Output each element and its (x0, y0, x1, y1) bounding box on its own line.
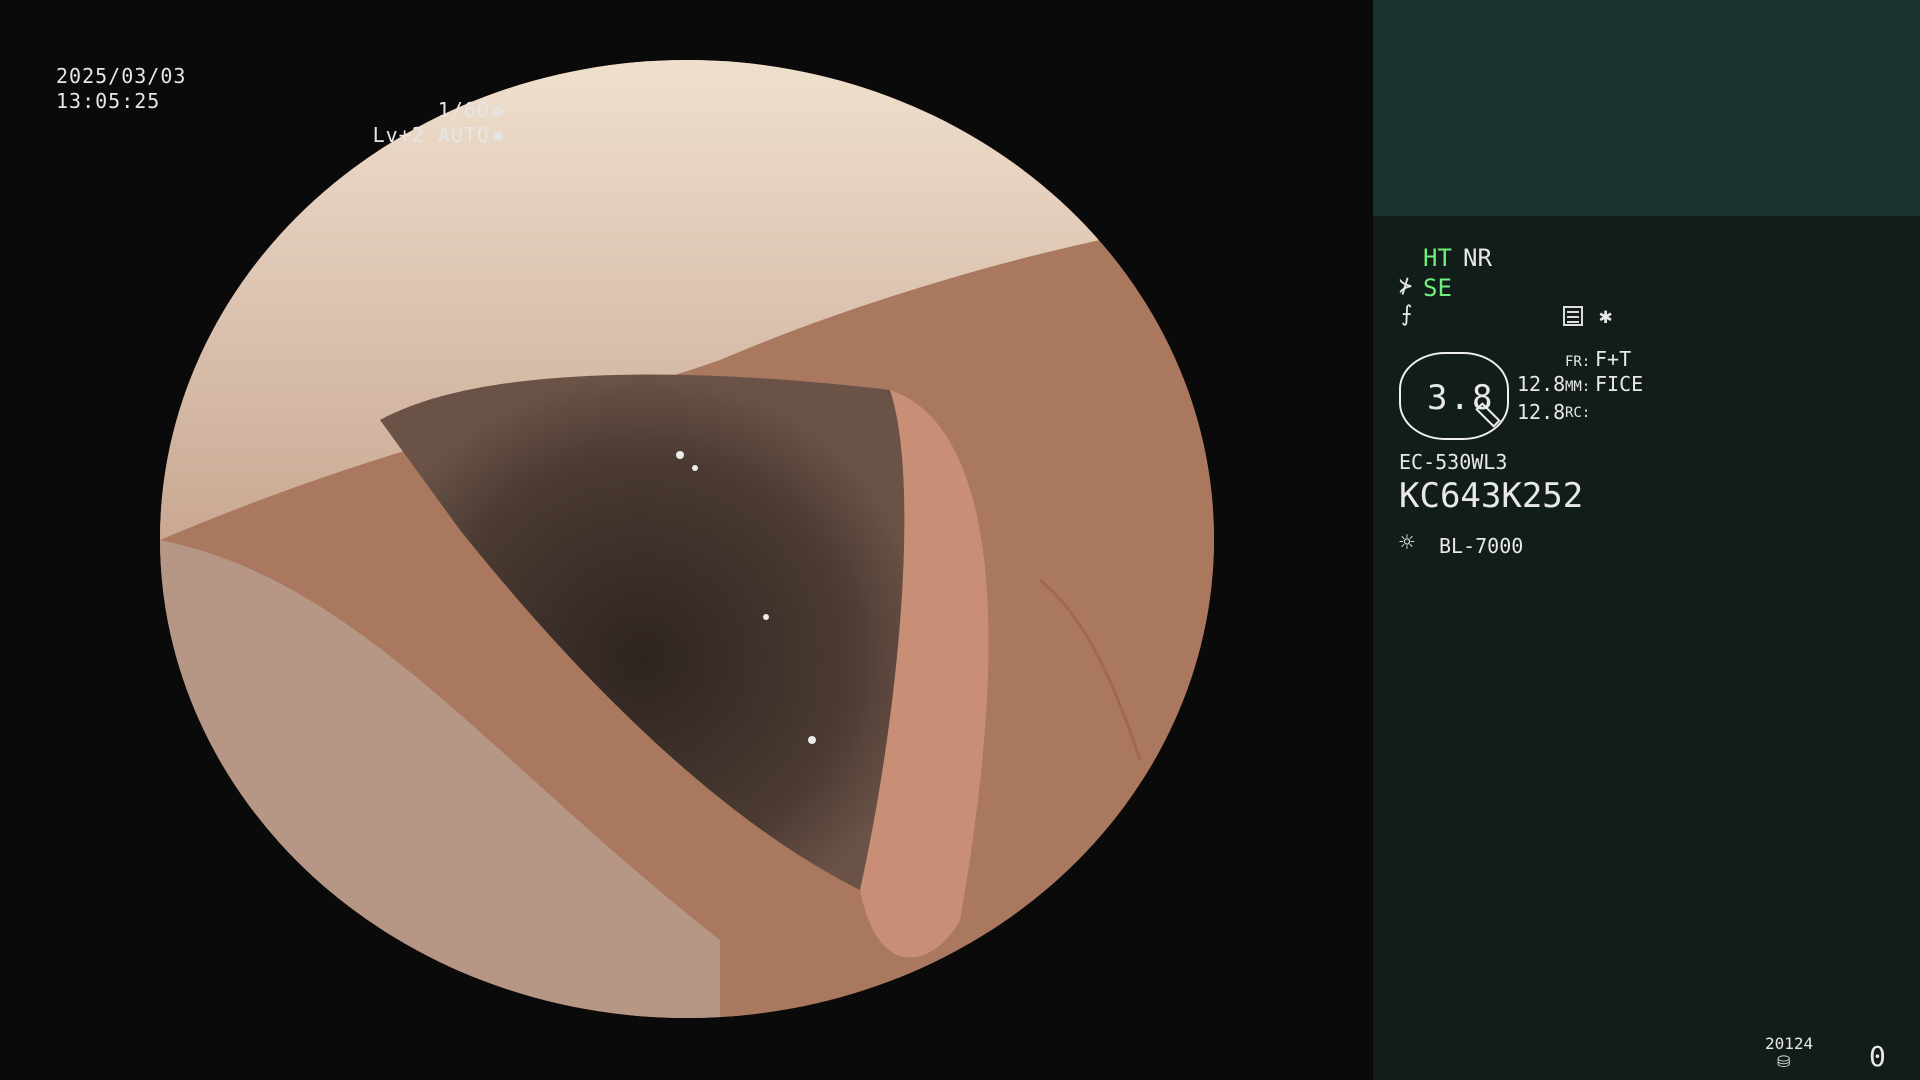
level-text: Lv+2 AUTO (372, 123, 490, 147)
value-one: 12.8 (1517, 372, 1566, 396)
scope-serial: KC643K252 (1399, 476, 1584, 516)
mucosa-illustration (160, 60, 1214, 1018)
aperture-icon: ❁ (491, 98, 505, 122)
datetime-readout: 2025/03/03 13:05:25 (56, 64, 186, 114)
scope-model: EC-530WL3 (1399, 450, 1508, 474)
endoscope-image (160, 60, 1214, 1018)
mm-label: MM: (1565, 379, 1591, 395)
capture-count: 0 (1869, 1040, 1886, 1073)
light-source-name: BL-7000 (1439, 534, 1524, 558)
info-panel: HT NR ⊁ SE ⨍ ✱ 3.8 12.8 12.8 FR: F+T MM:… (1373, 0, 1920, 1080)
se-indicator: SE (1423, 274, 1452, 302)
storage-icon: ⛁ (1777, 1052, 1791, 1071)
storage-counter: 20124 (1765, 1034, 1814, 1053)
structure-enhance-icon: ⊁ (1399, 274, 1413, 299)
info-panel-header (1373, 0, 1920, 216)
fr-value: F+T (1595, 347, 1632, 371)
asterisk-icon: ✱ (1599, 304, 1613, 329)
time-text: 13:05:25 (56, 89, 161, 113)
nr-indicator: NR (1463, 244, 1492, 272)
light-source-icon: ☼ (1399, 528, 1415, 558)
mm-value: FICE (1595, 372, 1644, 396)
endoscope-viewer: 2025/03/03 13:05:25 1/60 ❁ Lv+2 AUTO ✺ (0, 0, 1373, 1080)
value-two: 12.8 (1517, 400, 1566, 424)
exposure-readout: 1/60 ❁ Lv+2 AUTO ✺ (373, 98, 505, 148)
fr-label: FR: (1565, 354, 1591, 370)
shutter-text: 1/60 (437, 98, 490, 122)
date-text: 2025/03/03 (56, 64, 187, 88)
rc-label: RC: (1565, 405, 1591, 421)
menu-icon (1563, 306, 1583, 326)
iris-icon: ✺ (491, 123, 505, 147)
ht-indicator: HT (1423, 244, 1452, 272)
curve-icon: ⨍ (1401, 302, 1413, 327)
